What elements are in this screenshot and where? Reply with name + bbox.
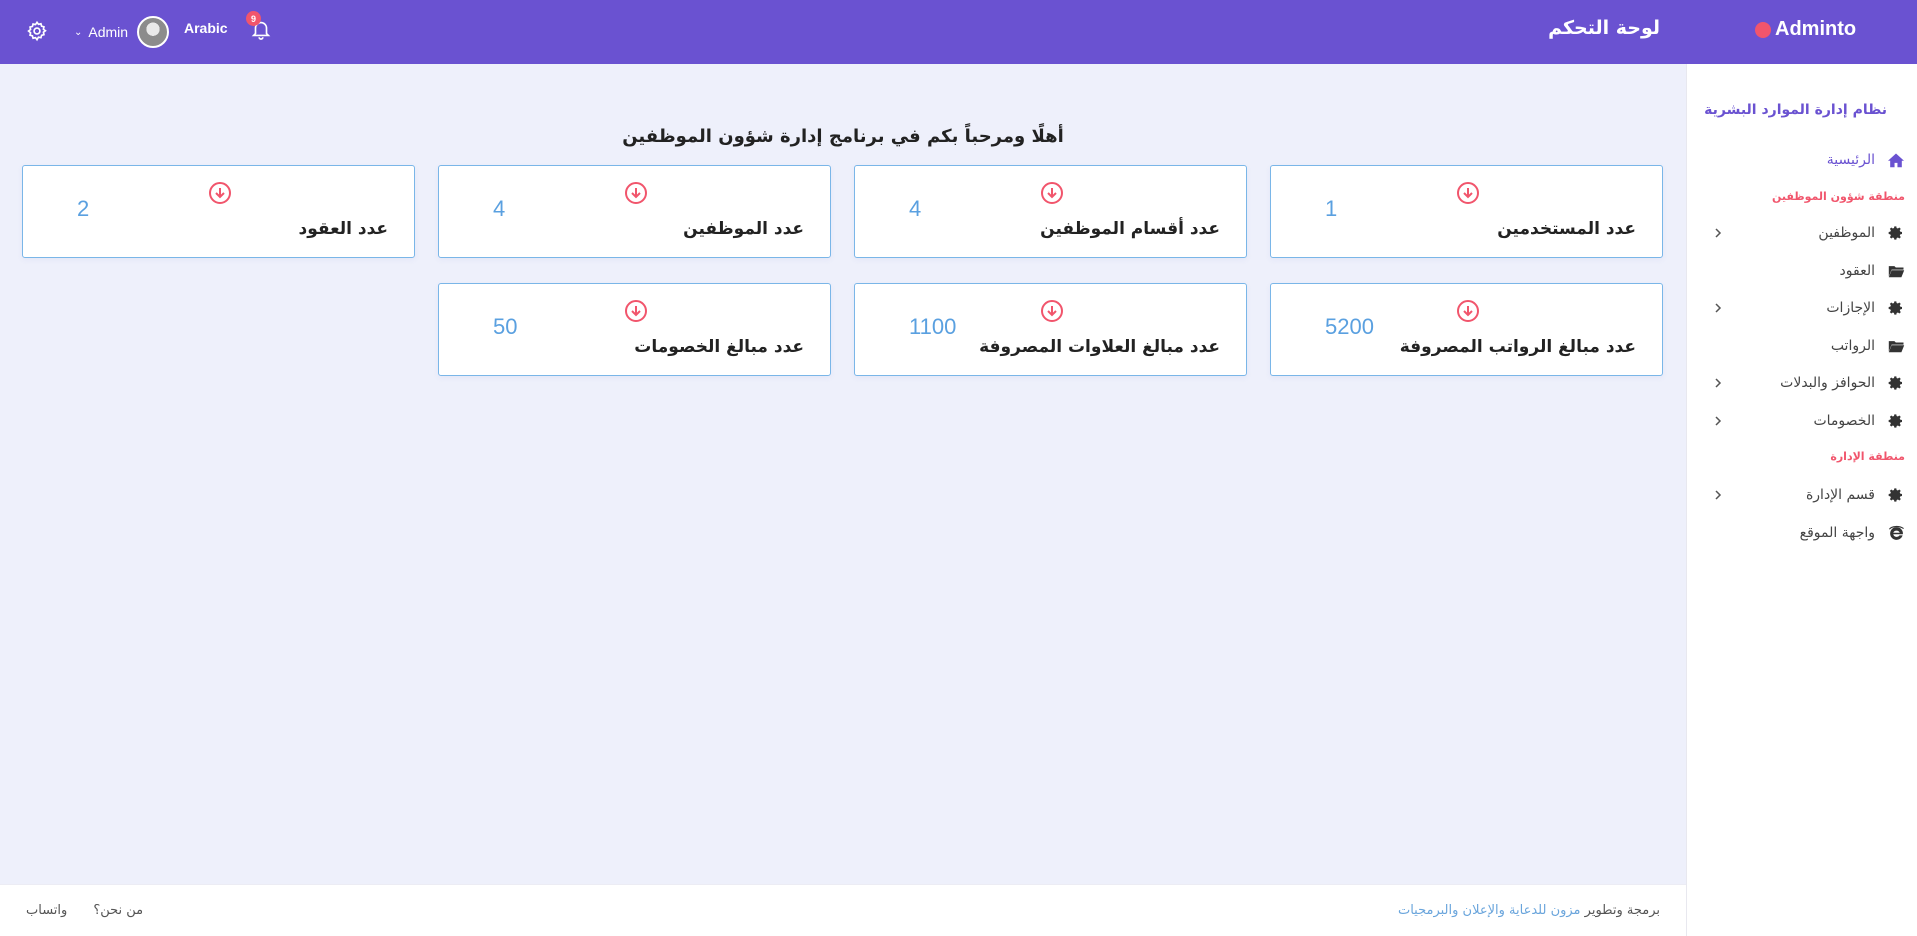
stat-value: 4: [909, 196, 922, 221]
chevron-down-icon: ⌄: [74, 26, 83, 38]
stat-label: عدد الموظفين: [683, 219, 804, 239]
stat-label: عدد مبالغ العلاوات المصروفة: [979, 337, 1220, 357]
avatar: [137, 16, 170, 48]
sidebar-section-employees: منطقة شؤون الموظفين: [1771, 190, 1905, 203]
sidebar-item-salaries[interactable]: الرواتب: [1686, 331, 1917, 361]
stat-card-salaries[interactable]: 5200 عدد مبالغ الرواتب المصروفة: [1270, 283, 1663, 376]
stat-card-deductions[interactable]: 50 عدد مبالغ الخصومات: [438, 283, 831, 376]
sidebar-title: نظام إدارة الموارد البشرية: [1704, 102, 1887, 118]
stat-card-allowances[interactable]: 1100 عدد مبالغ العلاوات المصروفة: [854, 283, 1247, 376]
user-name: Admin: [88, 24, 129, 40]
gear-icon: [1887, 486, 1905, 504]
sidebar-item-contracts[interactable]: العقود: [1686, 256, 1917, 286]
sidebar-item-label: واجهة الموقع: [1799, 525, 1875, 541]
folder-icon: [1887, 262, 1905, 280]
home-icon: [1887, 151, 1905, 169]
sidebar-item-employees[interactable]: الموظفين: [1686, 218, 1917, 248]
chevron-right-icon: [1710, 300, 1726, 316]
logo-mark-icon: [1755, 21, 1771, 38]
sidebar-item-incentives[interactable]: الحوافز والبدلات: [1686, 368, 1917, 398]
chevron-right-icon: [1710, 225, 1726, 241]
sidebar-item-home[interactable]: الرئيسية: [1686, 145, 1917, 175]
stat-label: عدد المستخدمين: [1497, 219, 1636, 239]
stat-value: 2: [77, 196, 90, 221]
sidebar-item-label: الرواتب: [1830, 338, 1875, 354]
stat-card-users[interactable]: 1 عدد المستخدمين: [1270, 165, 1663, 258]
stat-value: 1100: [909, 314, 957, 339]
sidebar-item-label: الإجازات: [1826, 300, 1875, 316]
settings-gear-icon[interactable]: [24, 18, 50, 44]
sidebar-item-label: الرئيسية: [1826, 152, 1875, 168]
gear-icon: [1887, 412, 1905, 430]
sidebar: نظام إدارة الموارد البشرية الرئيسية منطق…: [1686, 64, 1917, 936]
download-circle-icon: [624, 181, 648, 205]
notification-badge: 9: [246, 11, 261, 26]
sidebar-section-admin: منطقة الإدارة: [1830, 450, 1905, 463]
sidebar-item-label: الحوافز والبدلات: [1780, 375, 1875, 391]
stat-card-contracts[interactable]: 2 عدد العقود: [22, 165, 415, 258]
gear-icon: [1887, 374, 1905, 392]
stat-label: عدد العقود: [298, 219, 389, 239]
footer-link-about[interactable]: من نحن؟: [93, 903, 143, 918]
stat-card-employees[interactable]: 4 عدد الموظفين: [438, 165, 831, 258]
sidebar-item-website[interactable]: واجهة الموقع: [1686, 518, 1917, 548]
stat-label: عدد مبالغ الرواتب المصروفة: [1399, 337, 1636, 357]
sidebar-item-label: الخصومات: [1813, 413, 1875, 429]
footer-link-whatsapp[interactable]: واتساب: [26, 903, 67, 918]
download-circle-icon: [1456, 181, 1480, 205]
sidebar-item-label: الموظفين: [1818, 225, 1875, 241]
folder-icon: [1887, 337, 1905, 355]
stat-card-departments[interactable]: 4 عدد أقسام الموظفين: [854, 165, 1247, 258]
stat-value: 50: [493, 314, 518, 339]
footer-credit-prefix: برمجة وتطوير: [1584, 903, 1660, 918]
brand-name: Adminto: [1775, 18, 1857, 40]
download-circle-icon: [1040, 299, 1064, 323]
welcome-heading: أهلًا ومرحباً بكم في برنامج إدارة شؤون ا…: [622, 126, 1064, 147]
download-circle-icon: [1040, 181, 1064, 205]
download-circle-icon: [208, 181, 232, 205]
stat-label: عدد مبالغ الخصومات: [634, 337, 804, 357]
sidebar-item-label: قسم الإدارة: [1805, 487, 1875, 503]
sidebar-item-deductions[interactable]: الخصومات: [1686, 406, 1917, 436]
language-switcher[interactable]: Arabic: [184, 20, 228, 36]
chevron-right-icon: [1710, 375, 1726, 391]
footer-credit-link[interactable]: مزون للدعاية والإعلان والبرمجيات: [1398, 903, 1581, 918]
user-menu[interactable]: ⌄ Admin: [74, 14, 170, 50]
browser-icon: [1887, 524, 1905, 542]
top-bar: ⌄ Admin Arabic 9 لوحة التحكم Adminto: [0, 0, 1917, 64]
sidebar-item-label: العقود: [1839, 263, 1875, 279]
download-circle-icon: [1456, 299, 1480, 323]
sidebar-item-leaves[interactable]: الإجازات: [1686, 293, 1917, 323]
download-circle-icon: [624, 299, 648, 323]
stat-label: عدد أقسام الموظفين: [1040, 219, 1220, 239]
gear-icon: [1887, 299, 1905, 317]
page-title: لوحة التحكم: [1548, 17, 1660, 39]
footer-credit: برمجة وتطوير مزون للدعاية والإعلان والبر…: [1398, 903, 1660, 918]
footer: واتساب من نحن؟ برمجة وتطوير مزون للدعاية…: [0, 884, 1686, 936]
stat-value: 1: [1325, 196, 1338, 221]
sidebar-item-admin-dept[interactable]: قسم الإدارة: [1686, 480, 1917, 510]
gear-icon: [1887, 224, 1905, 242]
brand-logo[interactable]: Adminto: [1755, 18, 1856, 41]
chevron-right-icon: [1710, 487, 1726, 503]
stat-value: 5200: [1325, 314, 1374, 339]
chevron-right-icon: [1710, 413, 1726, 429]
stat-value: 4: [493, 196, 506, 221]
